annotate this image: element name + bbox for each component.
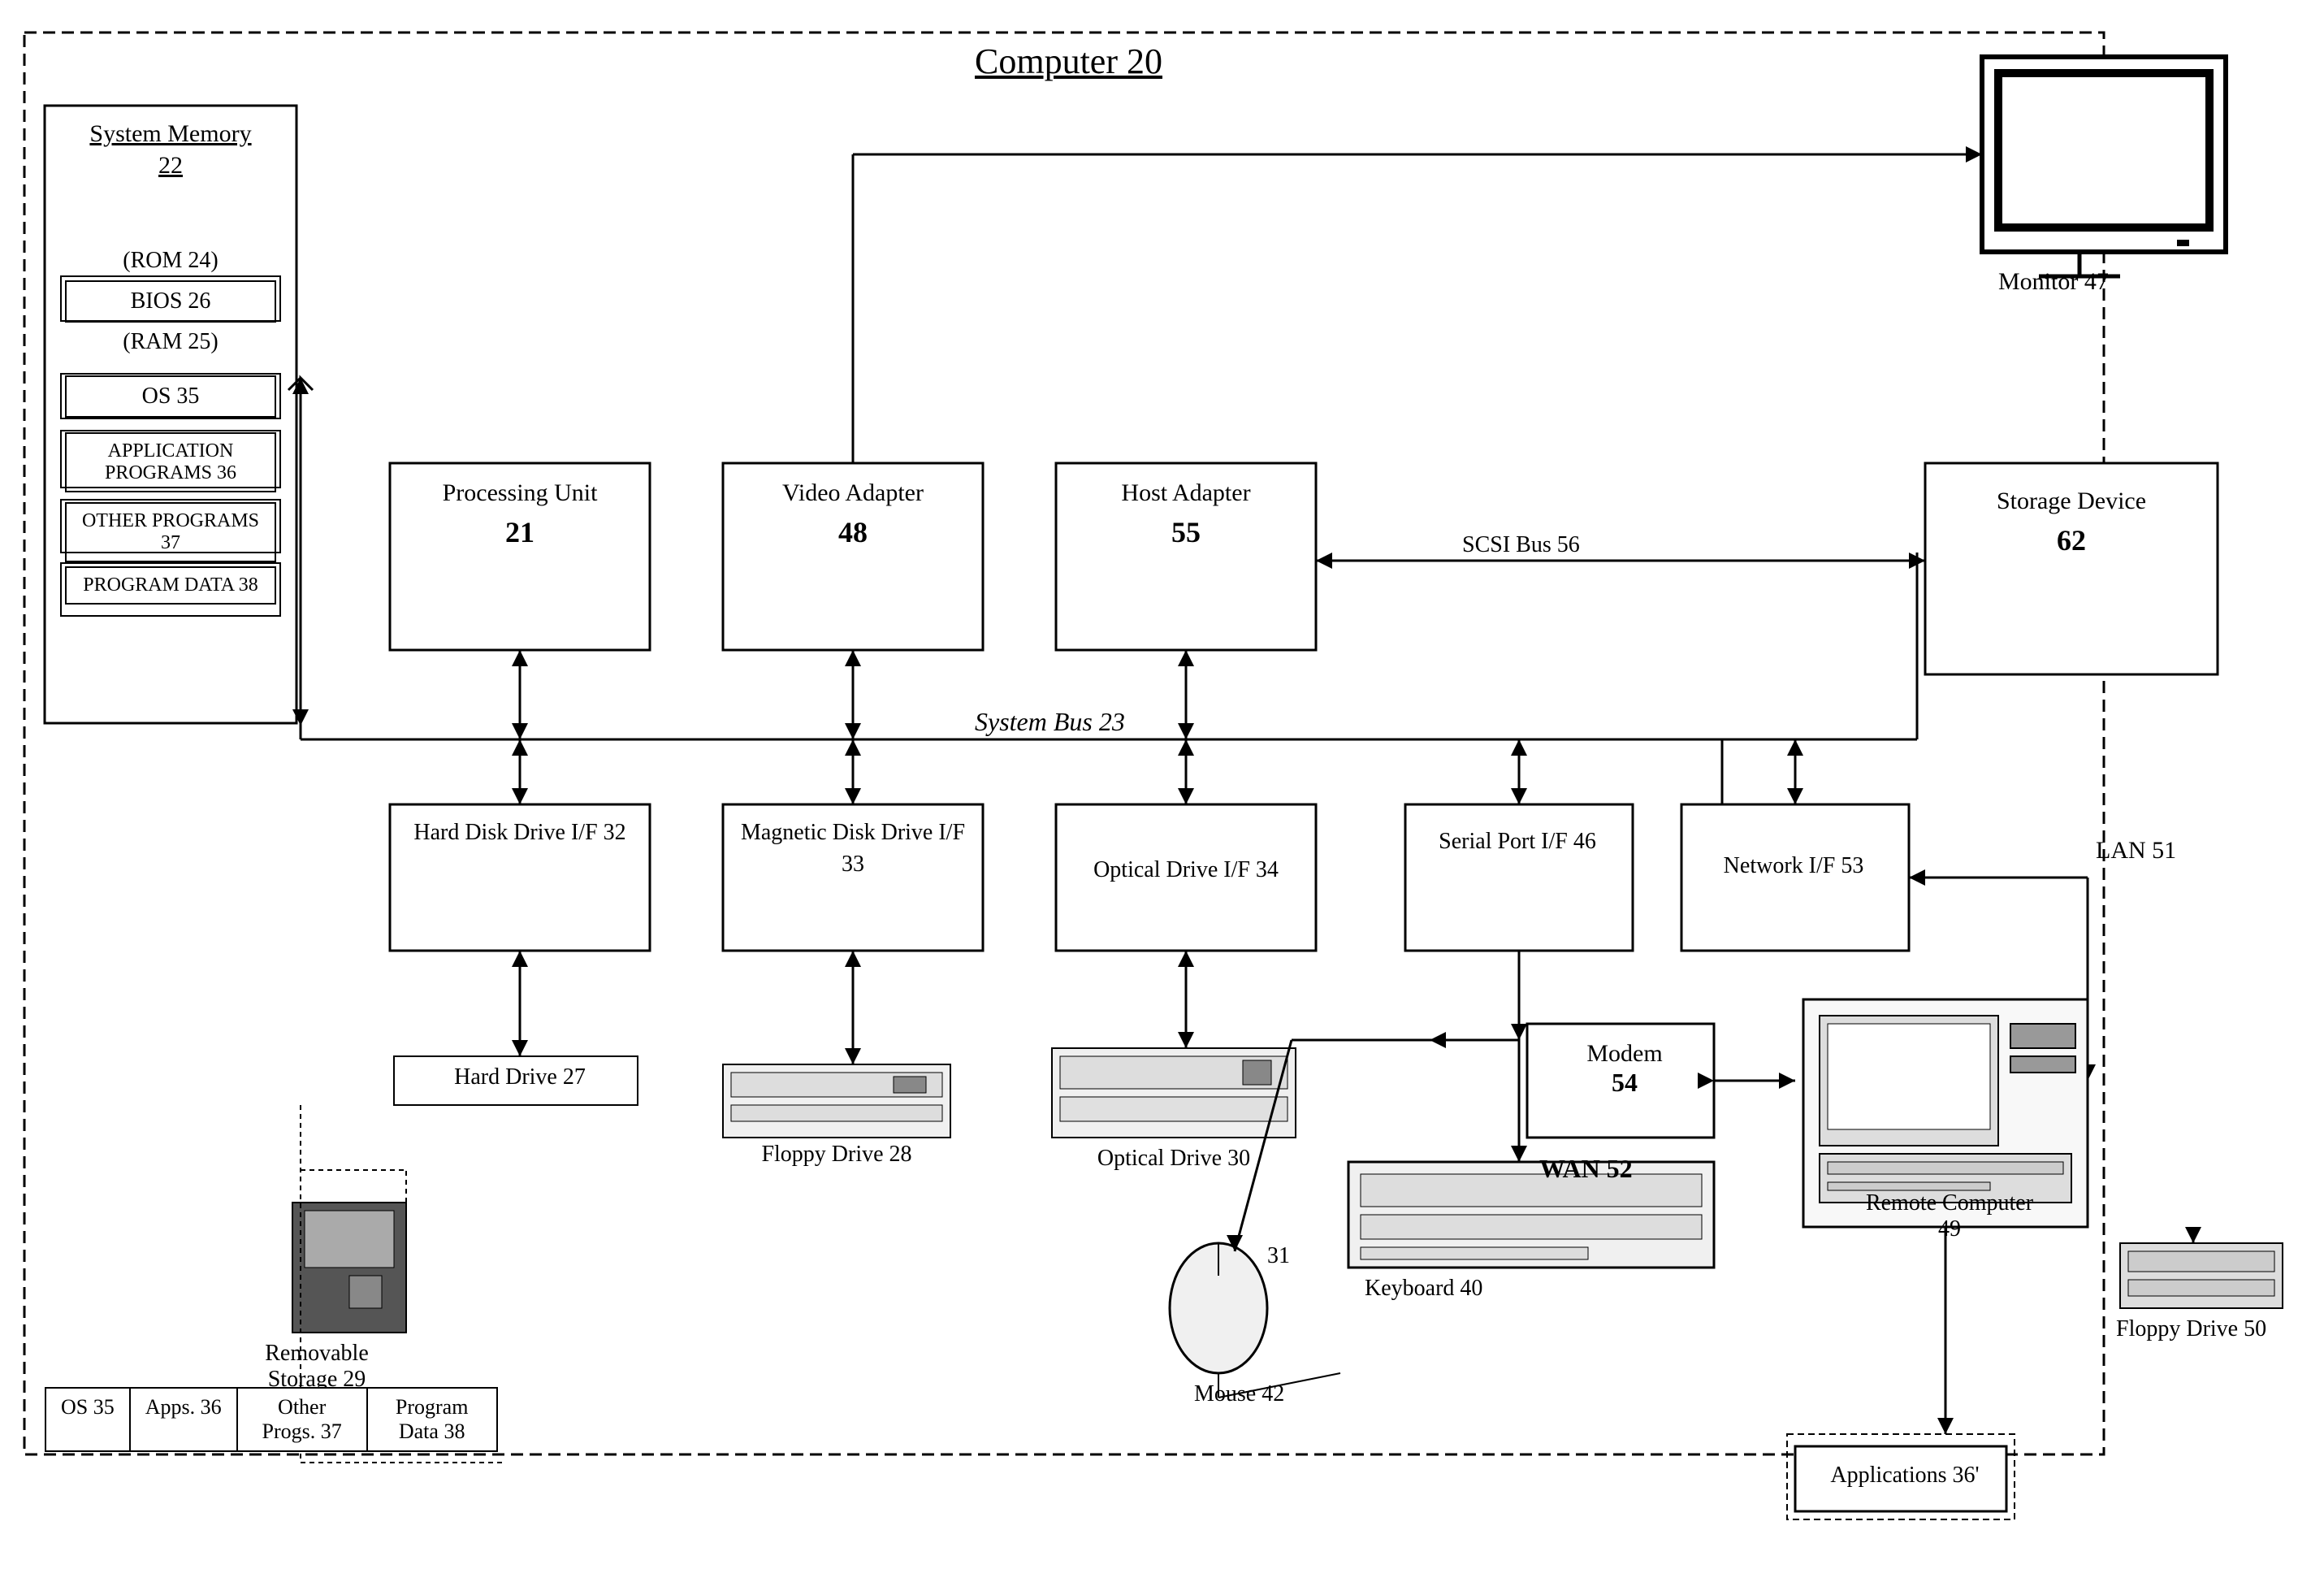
scsi-bus-label: SCSI Bus 56 <box>1462 532 1580 558</box>
mouse-label: Mouse 42 <box>1194 1381 1284 1407</box>
lan-label: LAN 51 <box>2096 837 2176 865</box>
storage-device-label: Storage Device 62 <box>1933 488 2209 557</box>
modem-label: Modem 54 <box>1535 1040 1714 1098</box>
os-box: OS 35 <box>65 375 276 418</box>
optical-drive-if-label: Optical Drive I/F 34 <box>1064 857 1308 883</box>
floppy-drive-label: Floppy Drive 28 <box>715 1142 959 1168</box>
optical-drive-label: Optical Drive 30 <box>1048 1146 1300 1172</box>
bottom-os: OS 35 <box>45 1387 131 1452</box>
bottom-items-row: OS 35 Apps. 36 Other Progs. 37 Program D… <box>45 1387 498 1452</box>
mouse-number: 31 <box>1267 1243 1290 1269</box>
program-data-box: PROGRAM DATA 38 <box>65 566 276 605</box>
bottom-apps: Apps. 36 <box>131 1387 238 1452</box>
serial-port-if-label: Serial Port I/F 46 <box>1412 829 1623 855</box>
system-memory-label: System Memory 22 <box>61 118 280 181</box>
diagram: Computer 20 System Memory 22 (ROM 24) BI… <box>0 0 2324 1582</box>
other-programs-box: OTHER PROGRAMS 37 <box>65 502 276 562</box>
bios-box: BIOS 26 <box>65 280 276 323</box>
monitor-label: Monitor 47 <box>1998 268 2109 296</box>
video-adapter-label: Video Adapter 48 <box>731 479 975 549</box>
removable-storage-label: Removable Storage 29 <box>236 1341 398 1393</box>
floppy-50-label: Floppy Drive 50 <box>2116 1316 2266 1342</box>
computer-20-title: Computer 20 <box>975 41 1162 82</box>
system-memory-title: System Memory 22 <box>61 118 280 181</box>
keyboard-label: Keyboard 40 <box>1365 1276 1482 1302</box>
applications-36-label: Applications 36' <box>1803 1463 2006 1489</box>
bottom-program-data: Program Data 38 <box>368 1387 498 1452</box>
rom-label: (ROM 24) <box>61 248 280 274</box>
system-bus-label: System Bus 23 <box>975 707 1125 737</box>
magnetic-disk-if-label: Magnetic Disk Drive I/F 33 <box>731 817 975 880</box>
wan-label: WAN 52 <box>1539 1154 1633 1184</box>
hard-disk-if-label: Hard Disk Drive I/F 32 <box>398 817 642 848</box>
host-adapter-label: Host Adapter 55 <box>1064 479 1308 549</box>
processing-unit-label: Processing Unit 21 <box>398 479 642 549</box>
bottom-other-progs: Other Progs. 37 <box>238 1387 368 1452</box>
ram-label: (RAM 25) <box>61 329 280 355</box>
network-if-label: Network I/F 53 <box>1688 853 1899 879</box>
remote-computer-label: Remote Computer 49 <box>1815 1190 2084 1242</box>
app-programs-box: APPLICATION PROGRAMS 36 <box>65 432 276 492</box>
hard-drive-label: Hard Drive 27 <box>402 1064 638 1090</box>
